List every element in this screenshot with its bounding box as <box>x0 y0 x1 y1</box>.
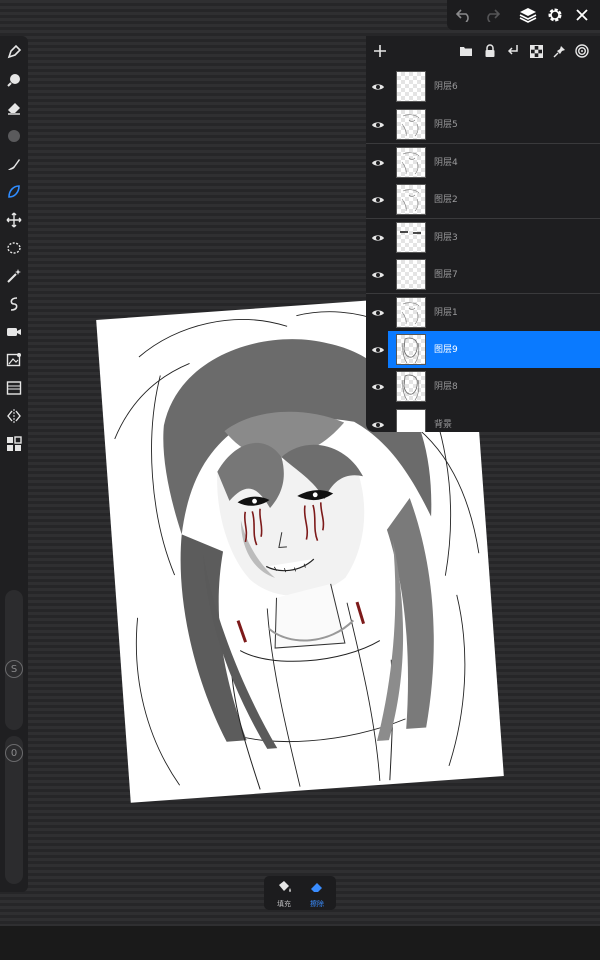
lasso-select-icon[interactable] <box>4 238 24 258</box>
layer-name: 阴层5 <box>434 119 458 130</box>
brush-opacity-knob[interactable]: 0 <box>5 744 23 762</box>
visibility-eye-icon[interactable] <box>371 117 385 131</box>
visibility-eye-icon[interactable] <box>371 417 385 431</box>
layer-name: 阴层4 <box>434 158 458 168</box>
layers-icon[interactable] <box>517 4 539 26</box>
grid-icon[interactable] <box>4 434 24 454</box>
image-adjust-icon[interactable] <box>4 350 24 370</box>
symmetry-icon[interactable] <box>4 406 24 426</box>
brush-size-slider[interactable]: S <box>5 590 23 730</box>
layer-row[interactable]: 阴层8 <box>366 368 600 405</box>
pin-icon[interactable] <box>551 43 567 59</box>
erase-label: 擦除 <box>310 900 324 908</box>
visibility-eye-icon[interactable] <box>371 267 385 281</box>
target-icon[interactable] <box>574 43 590 59</box>
layer-row[interactable]: 背景 <box>366 406 600 432</box>
fill-erase-popover: 填充 擦除 <box>264 876 336 910</box>
layer-name: 背景 <box>434 419 453 430</box>
layer-row[interactable]: 阴层3 <box>366 218 600 256</box>
layer-thumbnail[interactable] <box>396 371 426 402</box>
layer-name: 阴层6 <box>434 82 458 92</box>
layer-name: 阴层1 <box>434 308 458 318</box>
pen-icon[interactable] <box>4 42 24 62</box>
visibility-eye-icon[interactable] <box>371 305 385 319</box>
filter-icon[interactable] <box>4 378 24 398</box>
layers-header <box>366 36 600 66</box>
visibility-eye-icon[interactable] <box>371 192 385 206</box>
layer-row[interactable]: 图层9 <box>372 330 600 368</box>
folder-icon[interactable] <box>458 43 474 59</box>
settings-icon[interactable] <box>544 4 566 26</box>
magic-wand-icon[interactable] <box>4 266 24 286</box>
layer-thumbnail[interactable] <box>396 333 426 365</box>
layer-name: 图层9 <box>434 344 458 355</box>
fill-label: 填充 <box>277 900 291 908</box>
eraser-icon <box>311 883 322 892</box>
undo-icon[interactable] <box>453 4 475 26</box>
brush-size-knob[interactable]: S <box>5 660 23 678</box>
redo-icon[interactable] <box>481 4 503 26</box>
layer-row[interactable]: 阴层6 <box>366 68 600 105</box>
lock-icon[interactable] <box>482 43 498 59</box>
layer-thumbnail[interactable] <box>396 297 426 328</box>
layer-row[interactable]: 阴层1 <box>366 293 600 331</box>
layer-thumbnail[interactable] <box>396 147 426 178</box>
checker-icon[interactable] <box>528 43 544 59</box>
move-icon[interactable] <box>4 210 24 230</box>
close-icon[interactable] <box>571 4 593 26</box>
layer-thumbnail[interactable] <box>396 408 426 432</box>
bottom-system-bar <box>0 926 600 960</box>
layer-name: 图层2 <box>434 194 458 205</box>
lasso-brush-icon[interactable] <box>4 182 24 202</box>
visibility-eye-icon[interactable] <box>371 379 385 393</box>
layer-row[interactable]: 阴层4 <box>366 143 600 181</box>
merge-down-icon[interactable] <box>505 43 521 59</box>
curve-icon[interactable] <box>4 294 24 314</box>
eraser-icon[interactable] <box>4 98 24 118</box>
erase-button[interactable]: 擦除 <box>301 879 333 908</box>
visibility-eye-icon[interactable] <box>371 230 385 244</box>
visibility-eye-icon[interactable] <box>371 79 385 93</box>
brush-opacity-label: 0 <box>10 747 18 759</box>
top-action-bar <box>447 0 600 30</box>
left-toolbar: S 0 <box>0 36 28 892</box>
color-dot-icon[interactable] <box>4 126 24 146</box>
brush-size-label: S <box>10 663 18 675</box>
visibility-eye-icon[interactable] <box>371 155 385 169</box>
brush-icon[interactable] <box>4 70 24 90</box>
layer-row[interactable]: 图层2 <box>366 181 600 218</box>
fill-bucket-icon <box>279 881 291 892</box>
layer-name: 阴层3 <box>434 233 458 243</box>
layer-thumbnail[interactable] <box>396 71 426 102</box>
layer-thumbnail[interactable] <box>396 183 426 215</box>
video-icon[interactable] <box>4 322 24 342</box>
visibility-eye-icon[interactable] <box>371 342 385 361</box>
layer-thumbnail[interactable] <box>396 222 426 253</box>
layer-name: 图层7 <box>434 269 458 280</box>
add-icon[interactable] <box>372 43 388 59</box>
layers-panel: 阴层6 阴层5 阴层4 图层2 阴层3 图层7 阴层1 图层9 阴层8 背景 <box>366 36 600 432</box>
smudge-icon[interactable] <box>4 154 24 174</box>
fill-button[interactable]: 填充 <box>268 879 300 908</box>
layer-name: 阴层8 <box>434 382 458 392</box>
layer-row[interactable]: 阴层5 <box>366 106 600 143</box>
layer-thumbnail[interactable] <box>396 108 426 140</box>
layer-row[interactable]: 图层7 <box>366 256 600 293</box>
layer-thumbnail[interactable] <box>396 258 426 290</box>
brush-opacity-slider[interactable]: 0 <box>5 736 23 884</box>
